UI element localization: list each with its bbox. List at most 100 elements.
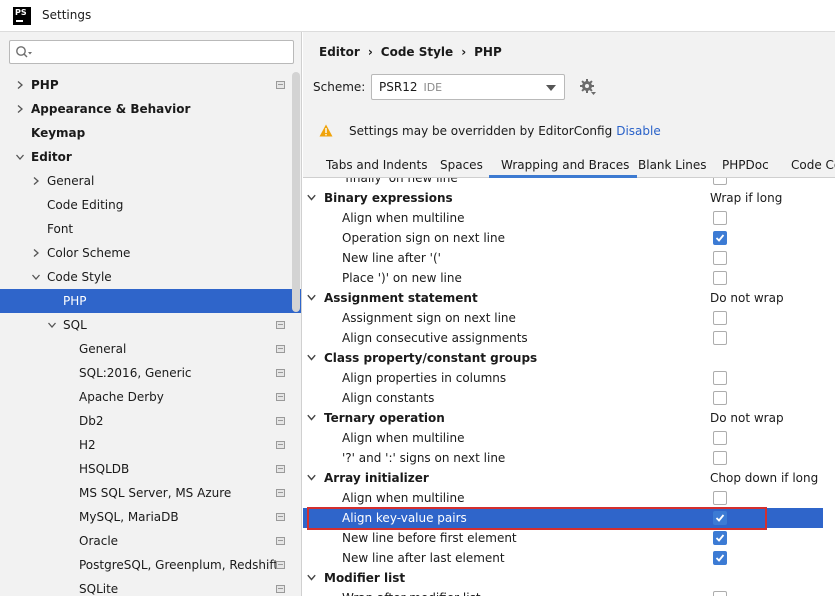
option-row[interactable]: 'finally' on new line	[303, 178, 823, 188]
sidebar-item[interactable]: Font	[0, 217, 301, 241]
wrap-mode-value[interactable]: Do not wrap	[710, 288, 784, 308]
option-row[interactable]: Align consecutive assignments	[303, 328, 823, 348]
chevron-down-icon[interactable]	[16, 153, 24, 161]
sidebar-item-label: Appearance & Behavior	[31, 102, 191, 116]
tab-wrapping-and-braces[interactable]: Wrapping and Braces	[501, 158, 629, 172]
chevron-right-icon[interactable]	[32, 177, 40, 185]
option-group-label: Binary expressions	[324, 191, 453, 205]
sidebar-item[interactable]: MySQL, MariaDB	[0, 505, 301, 529]
option-group[interactable]: Binary expressions Wrap if long	[303, 188, 823, 208]
sidebar-item[interactable]: PHP	[0, 73, 301, 97]
chevron-down-icon[interactable]	[307, 294, 316, 301]
tab-blank-lines[interactable]: Blank Lines	[638, 158, 707, 172]
option-checkbox[interactable]	[713, 451, 727, 465]
sidebar-item[interactable]: HSQLDB	[0, 457, 301, 481]
sidebar-item[interactable]: Oracle	[0, 529, 301, 553]
sidebar-item[interactable]: Color Scheme	[0, 241, 301, 265]
option-checkbox[interactable]	[713, 371, 727, 385]
sidebar-item[interactable]: SQL	[0, 313, 301, 337]
option-row[interactable]: Wrap after modifier list	[303, 588, 823, 596]
sidebar-item[interactable]: Editor	[0, 145, 301, 169]
chevron-down-icon[interactable]	[307, 414, 316, 421]
sidebar-item[interactable]: Keymap	[0, 121, 301, 145]
sidebar-item[interactable]: PostgreSQL, Greenplum, Redshift	[0, 553, 301, 577]
sidebar-item[interactable]: Apache Derby	[0, 385, 301, 409]
chevron-down-icon[interactable]	[48, 321, 56, 329]
chevron-down-icon[interactable]	[307, 474, 316, 481]
option-group[interactable]: Ternary operation Do not wrap	[303, 408, 823, 428]
option-row[interactable]: Operation sign on next line	[303, 228, 823, 248]
sidebar-item-label: PHP	[31, 78, 59, 92]
breadcrumb-item[interactable]: Editor	[319, 45, 360, 59]
sidebar-scrollbar[interactable]	[292, 72, 300, 312]
option-checkbox[interactable]	[713, 531, 727, 545]
sidebar-item[interactable]: General	[0, 169, 301, 193]
search-input[interactable]	[36, 43, 286, 61]
wrap-mode-value[interactable]: Do not wrap	[710, 408, 784, 428]
scheme-sub-label: IDE	[423, 81, 443, 94]
option-checkbox[interactable]	[713, 551, 727, 565]
sidebar-item[interactable]: H2	[0, 433, 301, 457]
project-level-icon	[276, 585, 285, 593]
tab-phpdoc[interactable]: PHPDoc	[722, 158, 769, 172]
option-checkbox[interactable]	[713, 178, 727, 185]
scheme-dropdown[interactable]: PSR12 IDE	[371, 74, 565, 100]
option-group[interactable]: Array initializer Chop down if long	[303, 468, 823, 488]
option-row[interactable]: Place ')' on new line	[303, 268, 823, 288]
sidebar-item[interactable]: SQL:2016, Generic	[0, 361, 301, 385]
tab-tabs-and-indents[interactable]: Tabs and Indents	[326, 158, 427, 172]
chevron-down-icon[interactable]	[32, 273, 40, 281]
option-checkbox[interactable]	[713, 431, 727, 445]
option-checkbox[interactable]	[713, 311, 727, 325]
project-level-icon	[276, 513, 285, 521]
breadcrumb-item[interactable]: PHP	[474, 45, 502, 59]
sidebar-item[interactable]: Code Style	[0, 265, 301, 289]
option-row[interactable]: Align when multiline	[303, 428, 823, 448]
search-field[interactable]	[9, 40, 294, 64]
chevron-right-icon[interactable]	[32, 249, 40, 257]
option-group[interactable]: Assignment statement Do not wrap	[303, 288, 823, 308]
sidebar-item[interactable]: PHP	[0, 289, 301, 313]
option-checkbox[interactable]	[713, 491, 727, 505]
option-row[interactable]: Align constants	[303, 388, 823, 408]
option-row[interactable]: Align when multiline	[303, 488, 823, 508]
gear-icon[interactable]	[579, 78, 597, 96]
chevron-right-icon[interactable]	[16, 81, 24, 89]
sidebar-item[interactable]: Db2	[0, 409, 301, 433]
chevron-down-icon[interactable]	[307, 354, 316, 361]
sidebar-item[interactable]: Appearance & Behavior	[0, 97, 301, 121]
chevron-down-icon[interactable]	[307, 194, 316, 201]
option-checkbox[interactable]	[713, 231, 727, 245]
settings-sidebar: PHP Appearance & Behavior Keymap Editor Gene…	[0, 32, 302, 596]
project-level-icon	[276, 321, 285, 329]
wrap-mode-value[interactable]: Wrap if long	[710, 188, 782, 208]
option-row[interactable]: New line after last element	[303, 548, 823, 568]
option-row[interactable]: New line after '('	[303, 248, 823, 268]
option-row[interactable]: '?' and ':' signs on next line	[303, 448, 823, 468]
tab-spaces[interactable]: Spaces	[440, 158, 483, 172]
sidebar-item[interactable]: MS SQL Server, MS Azure	[0, 481, 301, 505]
option-row[interactable]: Align when multiline	[303, 208, 823, 228]
option-row[interactable]: New line before first element	[303, 528, 823, 548]
sidebar-item[interactable]: General	[0, 337, 301, 361]
option-checkbox[interactable]	[713, 331, 727, 345]
option-row[interactable]: Align properties in columns	[303, 368, 823, 388]
breadcrumb-item[interactable]: Code Style	[381, 45, 453, 59]
chevron-right-icon[interactable]	[16, 105, 24, 113]
wrap-mode-value[interactable]: Chop down if long	[710, 468, 818, 488]
option-row[interactable]: Assignment sign on next line	[303, 308, 823, 328]
option-checkbox[interactable]	[713, 591, 727, 596]
option-checkbox[interactable]	[713, 211, 727, 225]
sidebar-item[interactable]: Code Editing	[0, 193, 301, 217]
tab-code-co[interactable]: Code Co	[791, 158, 835, 172]
option-checkbox[interactable]	[713, 251, 727, 265]
sidebar-item-label: Color Scheme	[47, 246, 131, 260]
sidebar-item[interactable]: SQLite	[0, 577, 301, 596]
check-icon	[715, 234, 725, 242]
chevron-down-icon[interactable]	[307, 574, 316, 581]
option-checkbox[interactable]	[713, 391, 727, 405]
option-checkbox[interactable]	[713, 271, 727, 285]
option-group[interactable]: Class property/constant groups	[303, 348, 823, 368]
disable-link[interactable]: Disable	[616, 124, 661, 138]
option-group[interactable]: Modifier list	[303, 568, 823, 588]
